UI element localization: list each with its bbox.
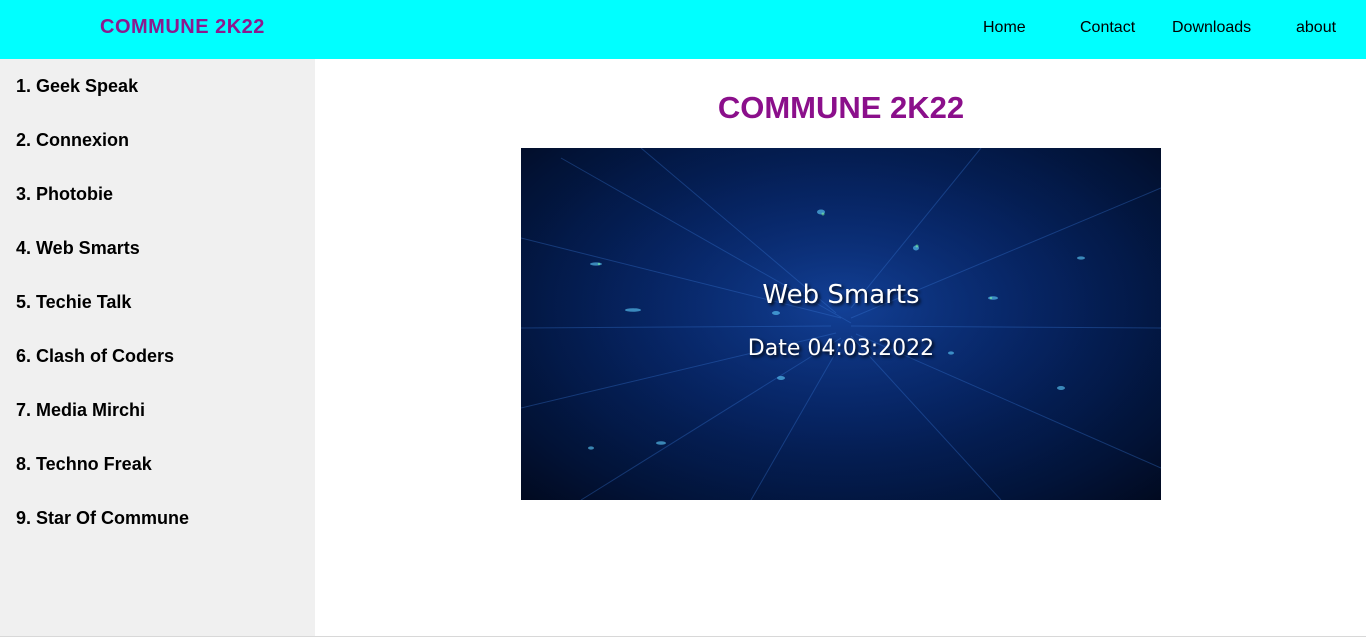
video-event-title: Web Smarts — [762, 280, 920, 310]
sidebar: 1. Geek Speak 2. Connexion 3. Photobie 4… — [0, 59, 315, 636]
nav-about-link[interactable]: about — [1296, 18, 1336, 38]
sidebar-item-web-smarts[interactable]: 4. Web Smarts — [16, 237, 140, 259]
sidebar-item-photobie[interactable]: 3. Photobie — [16, 183, 113, 205]
brand-logo-text[interactable]: COMMUNE 2K22 — [100, 15, 265, 39]
nav-downloads-link[interactable]: Downloads — [1172, 18, 1251, 38]
page-title: COMMUNE 2K22 — [717, 90, 965, 125]
top-navbar: COMMUNE 2K22 Home Contact Downloads abou… — [0, 0, 1366, 59]
sidebar-item-clash-of-coders[interactable]: 6. Clash of Coders — [16, 345, 174, 367]
sidebar-item-techno-freak[interactable]: 8. Techno Freak — [16, 453, 152, 475]
sidebar-item-techie-talk[interactable]: 5. Techie Talk — [16, 291, 131, 313]
sidebar-item-star-of-commune[interactable]: 9. Star Of Commune — [16, 507, 189, 529]
video-background-graphic — [521, 148, 1161, 500]
sidebar-item-geek-speak[interactable]: 1. Geek Speak — [16, 75, 138, 97]
sidebar-item-media-mirchi[interactable]: 7. Media Mirchi — [16, 399, 145, 421]
event-video[interactable]: Web Smarts Date 04:03:2022 — [521, 148, 1161, 500]
video-event-date: Date 04:03:2022 — [747, 336, 935, 361]
sidebar-item-connexion[interactable]: 2. Connexion — [16, 129, 129, 151]
nav-contact-link[interactable]: Contact — [1080, 18, 1135, 38]
nav-home-link[interactable]: Home — [983, 18, 1026, 38]
